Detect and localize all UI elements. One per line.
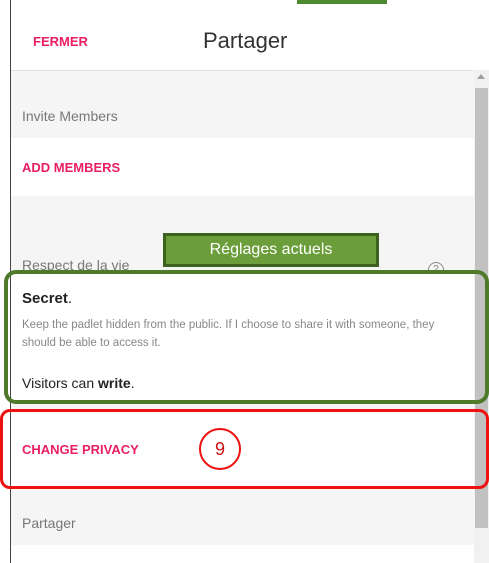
page-title: Partager (203, 28, 288, 53)
step-number-badge: 9 (199, 428, 241, 470)
change-privacy-highlight (0, 409, 489, 489)
invite-members-label: Invite Members (22, 108, 118, 124)
share-header: FERMER Partager (11, 0, 489, 71)
share-section-label: Partager (22, 515, 76, 531)
current-settings-callout: Réglages actuels (163, 233, 379, 267)
close-button[interactable]: FERMER (33, 34, 88, 49)
scroll-up-icon[interactable] (477, 74, 485, 79)
add-members-button[interactable]: ADD MEMBERS (22, 160, 120, 175)
share-row (11, 545, 474, 563)
header-top-tab (297, 0, 387, 4)
current-settings-highlight (4, 270, 489, 404)
